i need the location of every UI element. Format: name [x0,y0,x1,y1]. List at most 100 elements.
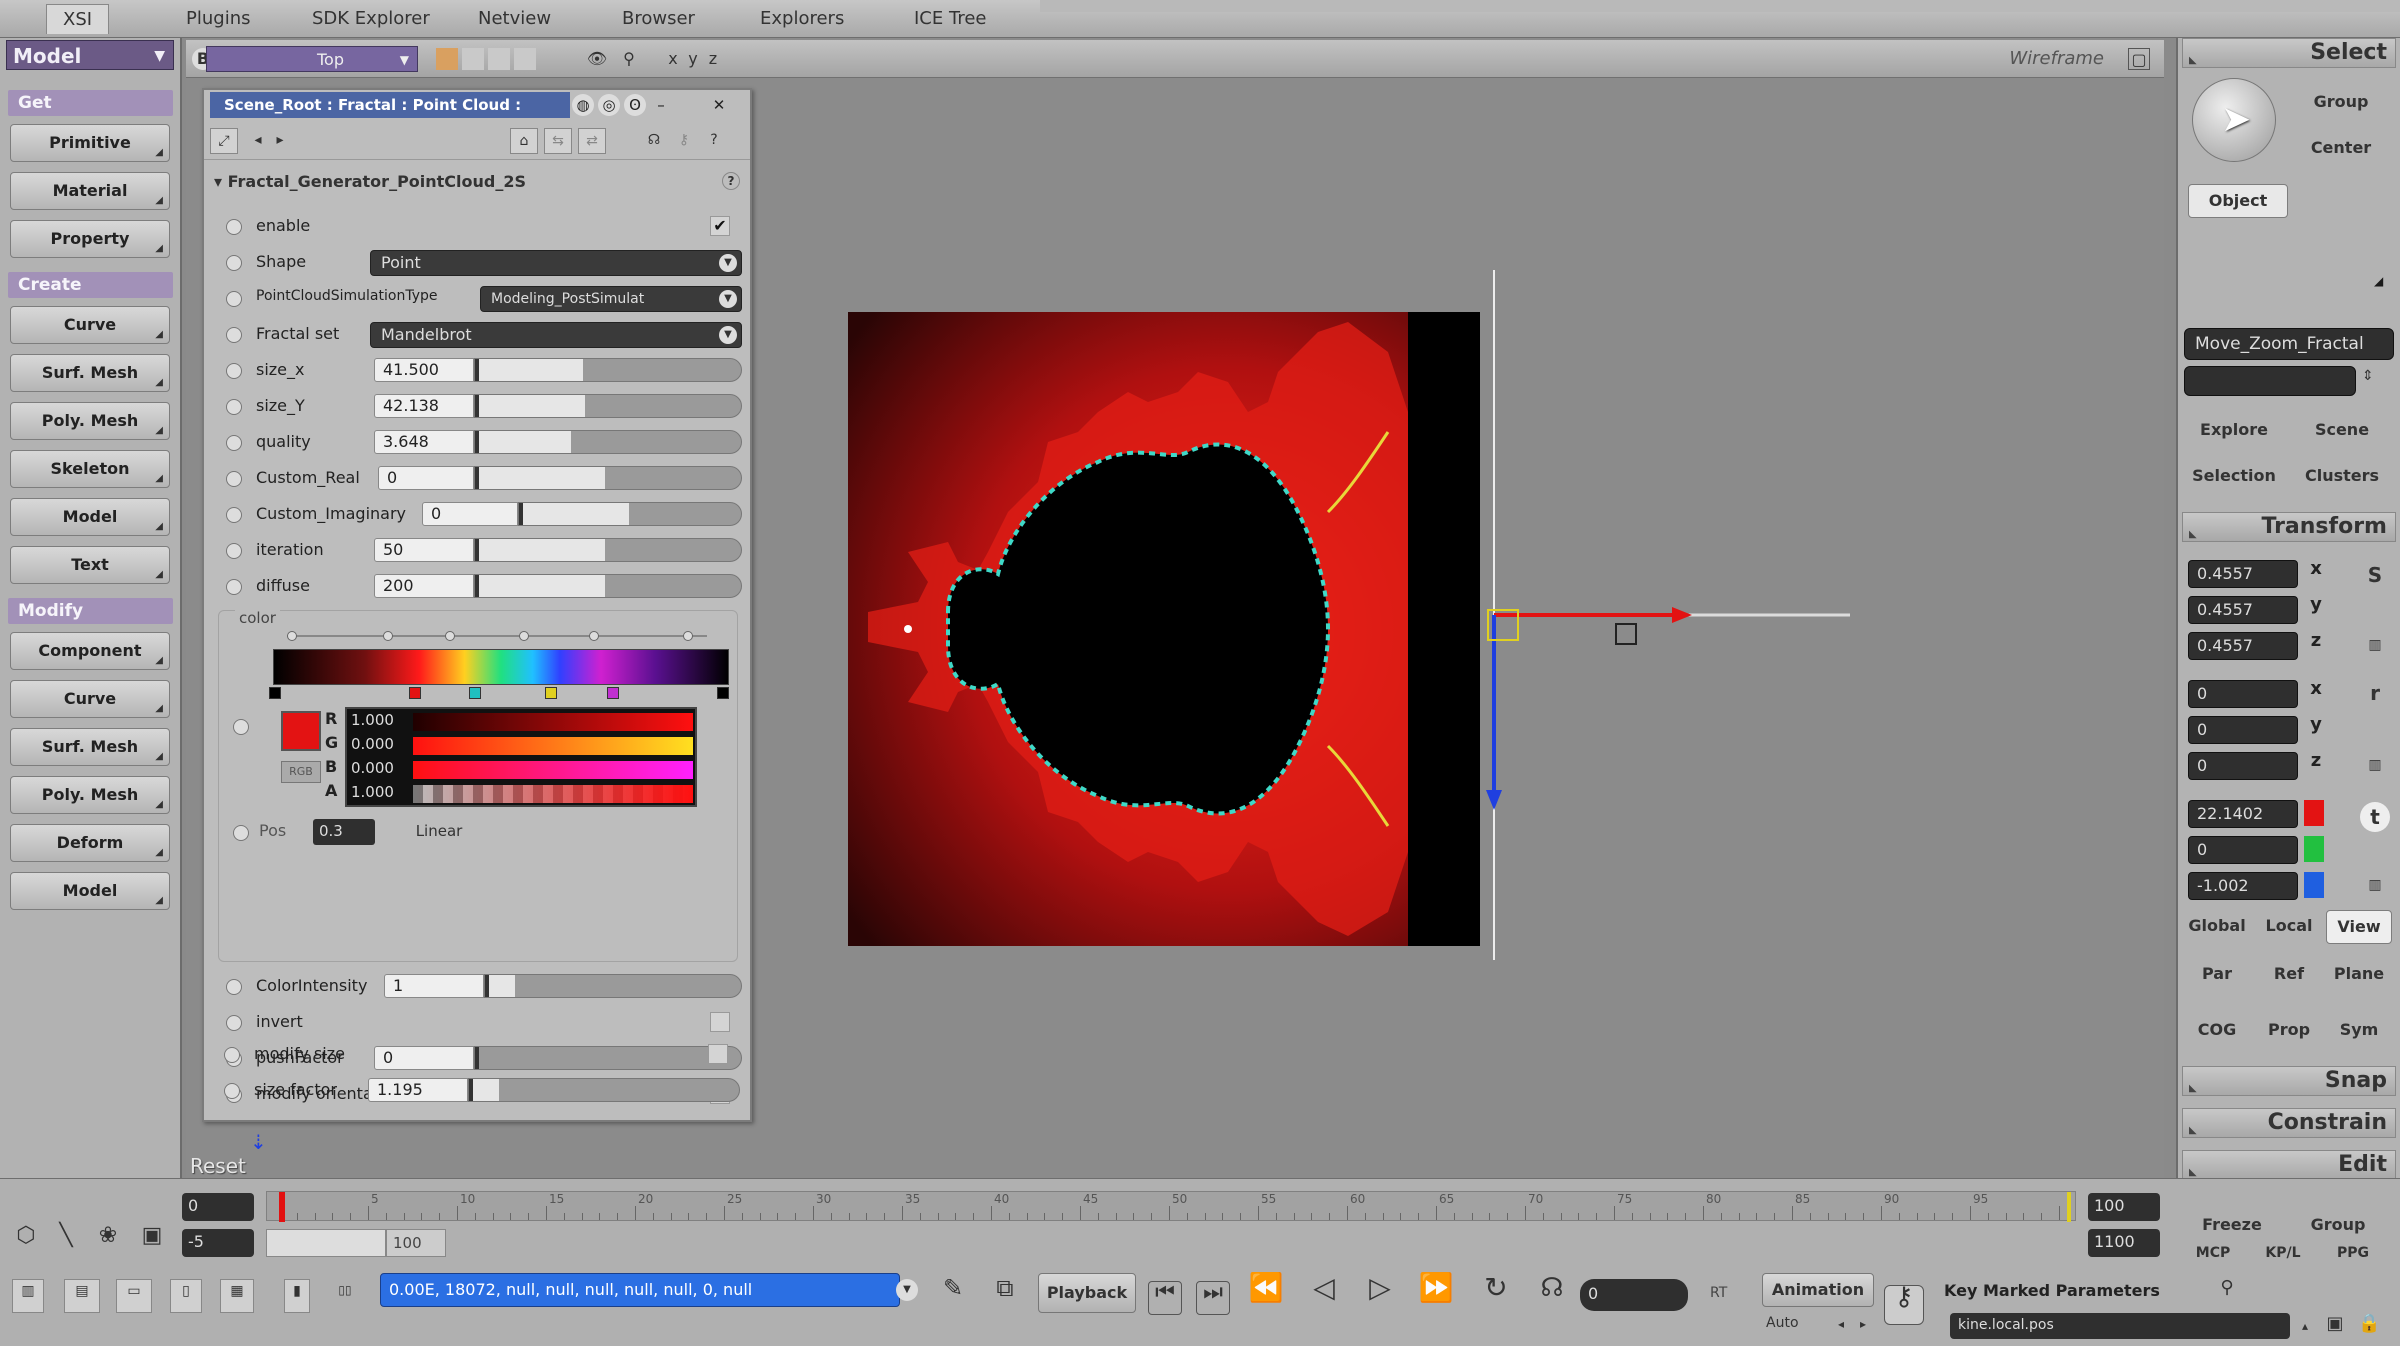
g-value[interactable]: 0.000 [347,735,409,757]
help-icon[interactable]: ? [722,172,740,190]
custom-imaginary-slider[interactable] [518,502,742,526]
object-filter-button[interactable]: Object [2188,184,2288,218]
translate-z-field[interactable]: -1.002 [2188,872,2298,900]
audio-icon[interactable]: ☊ [1532,1275,1572,1317]
tab-explorers[interactable]: Explorers [744,4,860,34]
camera-icon[interactable] [436,48,458,70]
iteration-slider[interactable] [474,538,742,562]
layout2-icon[interactable]: ▤ [64,1279,100,1313]
tab-ice-tree[interactable]: ICE Tree [898,4,1002,34]
select-tool-icon[interactable]: ⬡ [10,1225,42,1257]
create-curve-button[interactable]: Curve ◢ [10,306,170,344]
modify-curve-button[interactable]: Curve ◢ [10,680,170,718]
prev-key-arrow-icon[interactable]: ◂ [1830,1313,1852,1335]
rotate-z-field[interactable]: 0 [2188,752,2298,780]
selection-button[interactable]: Selection [2184,460,2284,494]
y-axis-toggle[interactable] [2304,836,2324,862]
simtype-dropdown[interactable]: Modeling_PostSimulat ▼ [480,286,742,312]
select-center-button[interactable]: Center [2288,132,2394,166]
layout1-icon[interactable]: ▥ [12,1279,44,1313]
animate-radio[interactable] [226,255,242,271]
cog-button[interactable]: COG [2182,1014,2252,1048]
size-factor-slider[interactable] [468,1078,740,1102]
chevron-down-icon[interactable]: ▼ [896,1279,918,1301]
get-primitive-button[interactable]: Primitive ◢ [10,124,170,162]
local-button[interactable]: Local [2254,910,2324,944]
modify-deform-button[interactable]: Deform ◢ [10,824,170,862]
color-animate-radio[interactable] [233,719,249,735]
create-poly-mesh-button[interactable]: Poly. Mesh ◢ [10,402,170,440]
pin-icon[interactable]: ⚲ [618,48,640,70]
globe-icon[interactable]: ◍ [572,94,594,116]
expand-arrow-icon[interactable]: ◢ [2374,274,2383,288]
size-x-field[interactable]: 41.500 [374,358,474,382]
scale-icon[interactable]: S [2364,564,2386,586]
paint-tool-icon[interactable]: ❀ [92,1225,124,1257]
next-icon[interactable]: ▸ [266,128,294,154]
rotate-y-field[interactable]: 0 [2188,716,2298,744]
create-text-button[interactable]: Text ◢ [10,546,170,584]
color-swatch[interactable] [281,711,321,751]
b-value[interactable]: 0.000 [347,759,409,781]
animate-radio[interactable] [226,543,242,559]
tab-netview[interactable]: Netview [462,4,567,34]
transform-header[interactable]: ◣ Transform [2182,512,2396,542]
mode-dropdown[interactable]: Model ▼ [6,40,174,70]
a-value[interactable]: 1.000 [347,783,409,805]
shading-icon[interactable] [488,48,510,70]
eye-icon[interactable]: 👁 [586,48,608,70]
step-back-icon[interactable]: ◁ [1304,1274,1344,1317]
play-icon[interactable]: ▷ [1360,1274,1400,1317]
clusters-button[interactable]: Clusters [2290,460,2394,494]
diffuse-slider[interactable] [474,574,742,598]
range-slider-start[interactable] [266,1229,386,1257]
animate-radio[interactable] [226,219,242,235]
explore-button[interactable]: Explore [2184,414,2284,448]
get-property-button[interactable]: Property ◢ [10,220,170,258]
interpolation-button[interactable]: Linear [399,819,479,845]
tab-xsi[interactable]: XSI [46,4,110,34]
next-key-icon[interactable]: ⏭ [1196,1281,1230,1315]
size-x-slider[interactable] [474,358,742,382]
animate-radio[interactable] [226,471,242,487]
animate-radio[interactable] [226,363,242,379]
freeze-button[interactable]: Freeze [2180,1211,2284,1241]
quality-slider[interactable] [474,430,742,454]
quality-field[interactable]: 3.648 [374,430,474,454]
translate-y-field[interactable]: 0 [2188,836,2298,864]
rgb-mode-icon[interactable]: RGB [281,761,321,783]
script-icon[interactable]: ✎ [936,1276,970,1311]
tab-browser[interactable]: Browser [606,4,711,34]
custom-real-slider[interactable] [474,466,742,490]
layout4-icon[interactable]: ▯ [170,1279,202,1313]
diffuse-field[interactable]: 200 [374,574,474,598]
lock-icon[interactable]: ▣ [2324,1313,2346,1335]
select-header[interactable]: ◣ Select [2182,38,2396,68]
x-axis-icon[interactable]: x [662,48,684,70]
minimize-icon[interactable]: – [650,94,672,116]
animate-radio[interactable] [226,979,242,995]
key-icon[interactable]: ⚷ [1884,1284,1924,1325]
enable-checkbox[interactable]: ✔ [710,216,730,236]
plane-button[interactable]: Plane [2326,958,2392,992]
tab-plugins[interactable]: Plugins [170,4,266,34]
animate-radio[interactable] [224,1083,240,1099]
key-marked-parameters-button[interactable]: Key Marked Parameters [1944,1277,2184,1305]
range-end-field[interactable]: 1100 [2088,1229,2160,1257]
get-material-button[interactable]: Material ◢ [10,172,170,210]
headphones-icon[interactable]: ☊ [640,128,668,154]
trash-icon[interactable]: ▥ [2364,874,2386,896]
lock2-icon[interactable]: 🔒 [2358,1313,2380,1335]
current-frame-field[interactable]: 0 [1580,1279,1688,1311]
trash-icon[interactable]: ▥ [2364,754,2386,776]
lock-icon[interactable]: ʘ [624,94,646,116]
scroll-arrows-icon[interactable]: ▴ [2294,1315,2316,1337]
constrain-header[interactable]: ◣ Constrain [2182,1108,2396,1138]
ppg-title[interactable]: Scene_Root : Fractal : Point Cloud : [210,92,570,118]
modify-size-checkbox[interactable] [708,1044,728,1064]
timeline-end-field[interactable]: 100 [2088,1193,2160,1221]
a-slider[interactable] [413,785,693,803]
load-icon[interactable]: ⇆ [544,128,572,154]
prop-button[interactable]: Prop [2254,1014,2324,1048]
edit-group-button[interactable]: Group [2286,1211,2390,1241]
